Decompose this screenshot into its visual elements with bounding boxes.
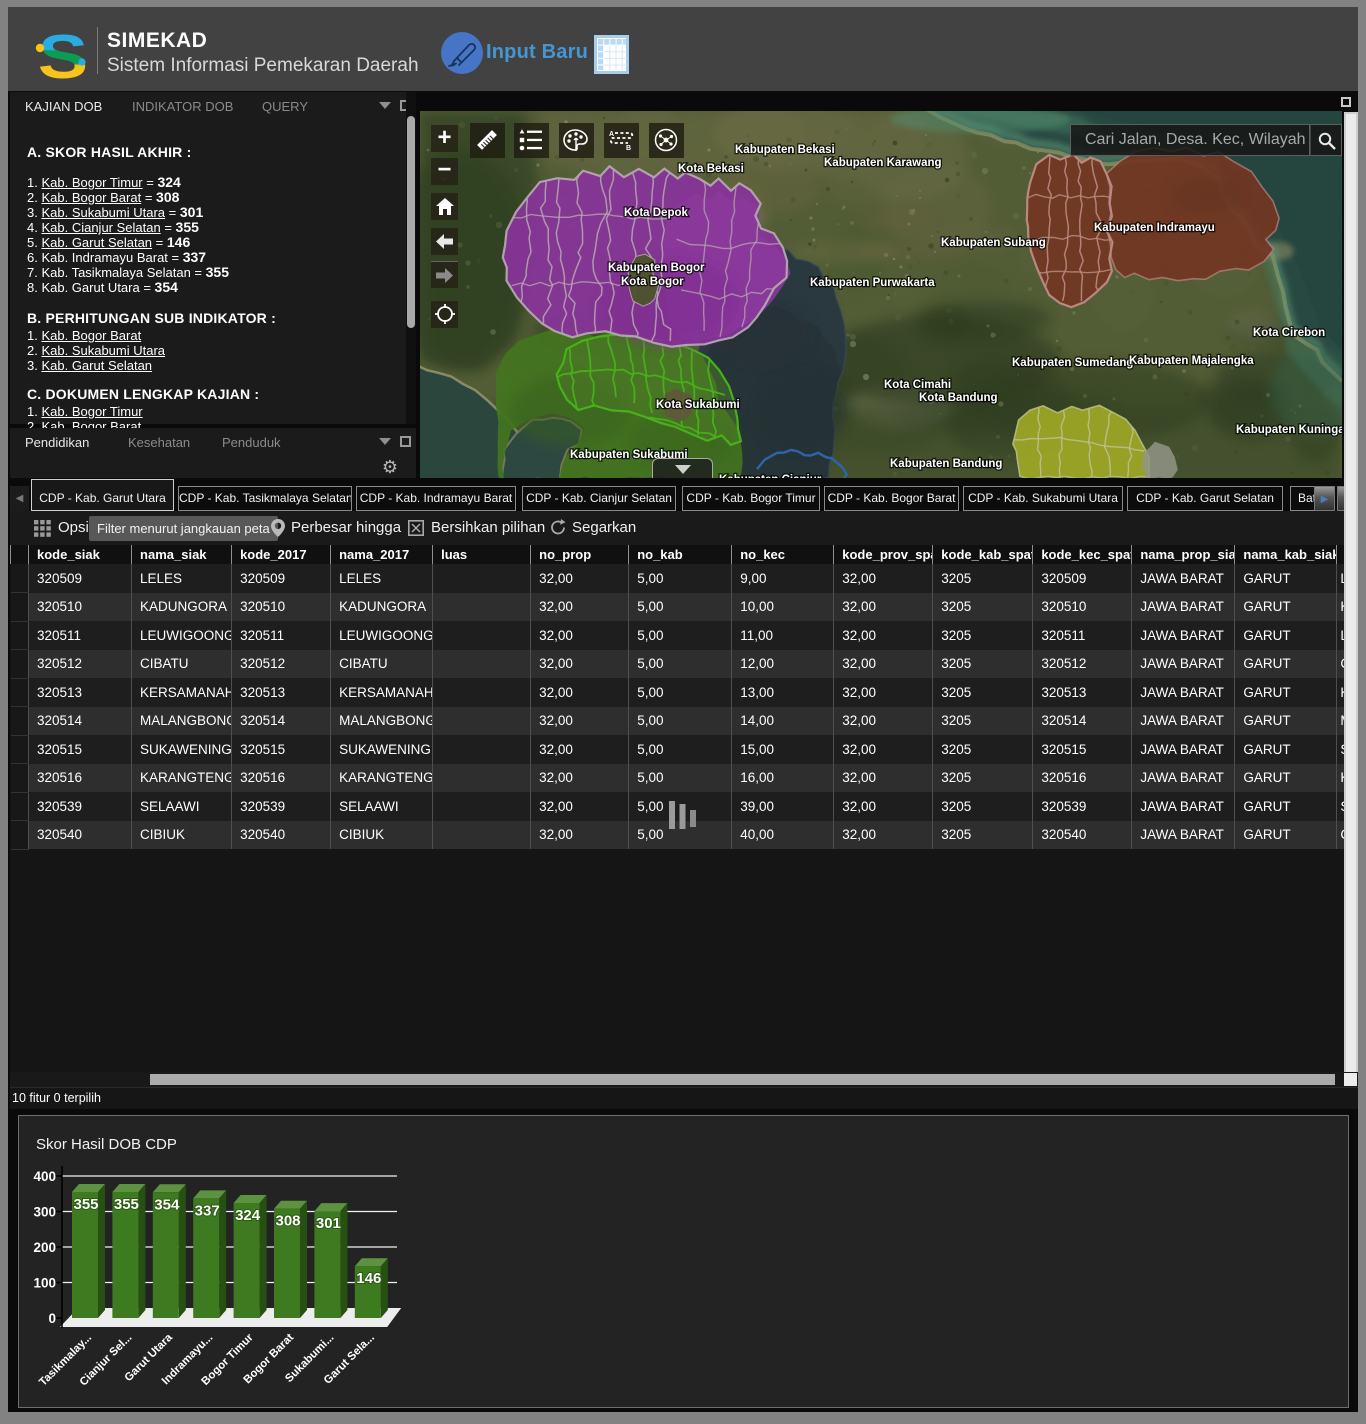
svg-text:Kabupaten Indramayu: Kabupaten Indramayu: [1094, 222, 1215, 234]
svg-text:S: S: [38, 22, 88, 80]
svg-text:Kabupaten Purwakarta: Kabupaten Purwakarta: [810, 277, 935, 289]
svg-text:Kabupaten Sumedang: Kabupaten Sumedang: [1012, 357, 1133, 369]
svg-text:300: 300: [33, 1205, 56, 1220]
svg-text:355: 355: [73, 1196, 98, 1213]
svg-text:Kota Cimahi: Kota Cimahi: [884, 379, 951, 391]
svg-text:Kabupaten Bandung: Kabupaten Bandung: [890, 458, 1002, 470]
svg-text:308: 308: [275, 1213, 300, 1230]
svg-text:B: B: [626, 145, 631, 151]
svg-text:Kabupaten Kuningan: Kabupaten Kuningan: [1236, 424, 1342, 436]
svg-text:A: A: [609, 131, 614, 138]
svg-text:Kota Sukabumi: Kota Sukabumi: [656, 399, 740, 411]
svg-text:Kabupaten Bogor: Kabupaten Bogor: [608, 262, 705, 274]
svg-text:Kota Bogor: Kota Bogor: [621, 276, 684, 288]
svg-text:Kota Depok: Kota Depok: [624, 207, 689, 219]
svg-text:355: 355: [114, 1196, 139, 1213]
svg-text:354: 354: [154, 1196, 180, 1213]
svg-text:Kabupaten Bekasi: Kabupaten Bekasi: [735, 144, 835, 156]
svg-text:324: 324: [235, 1207, 261, 1224]
svg-text:200: 200: [33, 1240, 56, 1255]
svg-text:Kabupaten Karawang: Kabupaten Karawang: [824, 157, 942, 169]
svg-text:Kota Cirebon: Kota Cirebon: [1253, 327, 1325, 339]
svg-text:Kota Bekasi: Kota Bekasi: [678, 163, 744, 175]
svg-text:301: 301: [316, 1215, 341, 1232]
svg-text:Kota Bandung: Kota Bandung: [919, 392, 998, 404]
svg-text:146: 146: [356, 1270, 381, 1287]
svg-text:337: 337: [195, 1202, 220, 1219]
svg-text:400: 400: [33, 1169, 56, 1184]
svg-text:0: 0: [48, 1311, 56, 1326]
svg-text:100: 100: [33, 1276, 56, 1291]
svg-text:Kabupaten Subang: Kabupaten Subang: [941, 237, 1046, 249]
svg-text:Kabupaten Majalengka: Kabupaten Majalengka: [1129, 355, 1254, 367]
